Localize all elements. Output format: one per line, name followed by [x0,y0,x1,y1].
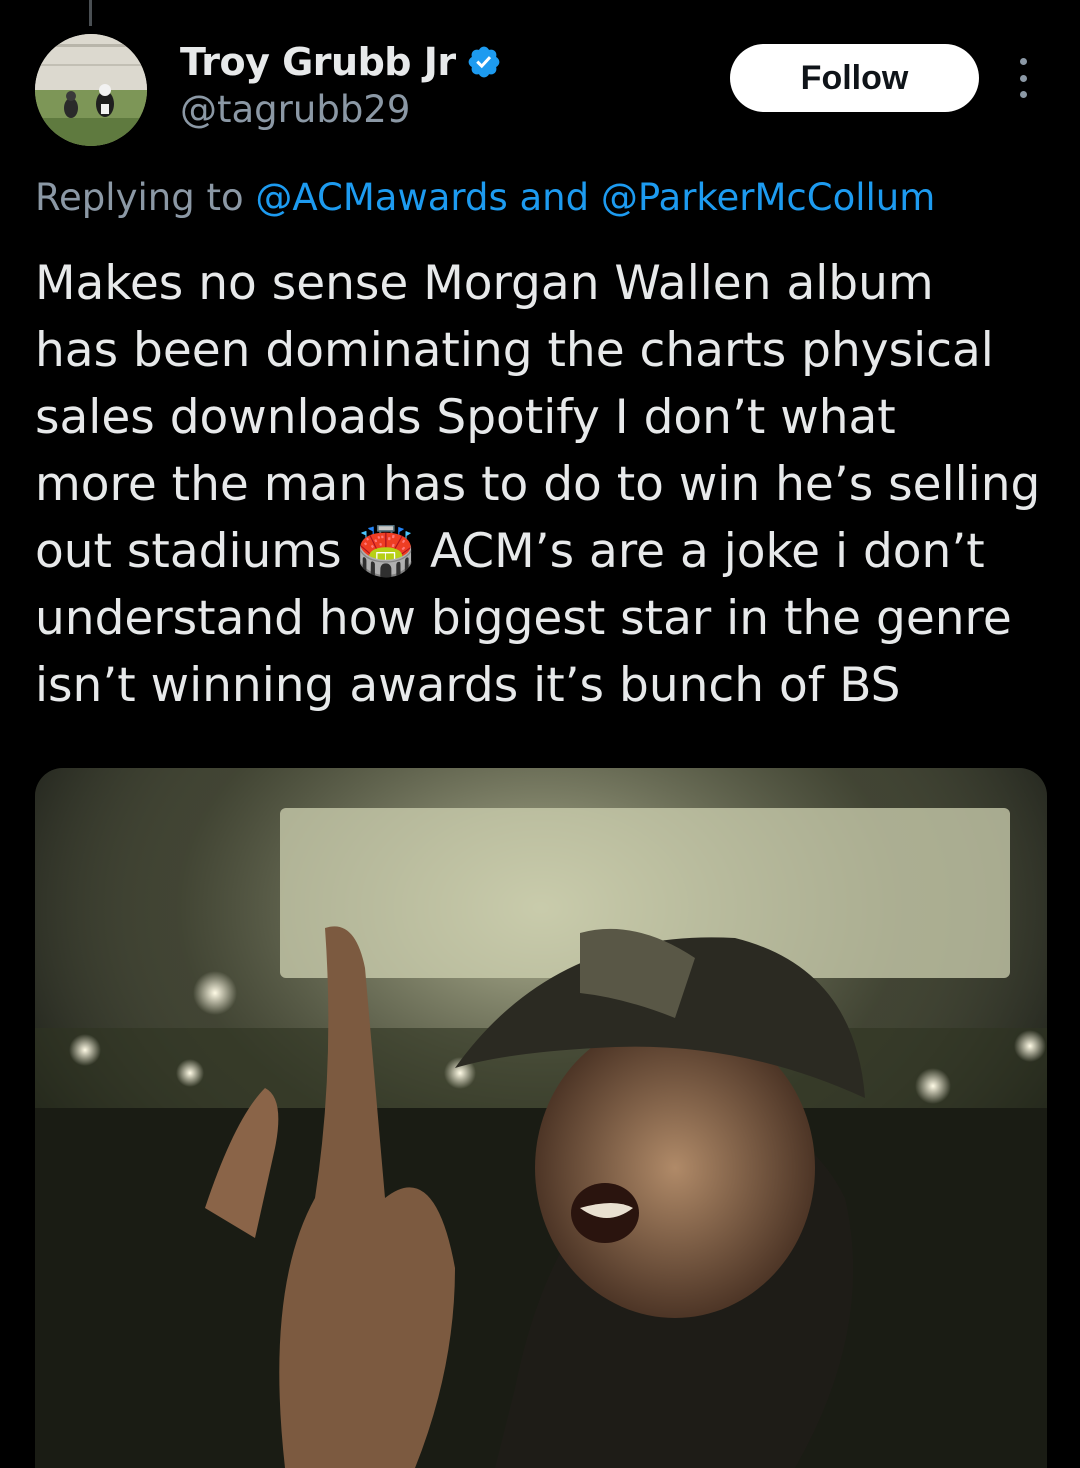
more-dot [1019,74,1027,82]
tweet-media-image[interactable] [35,768,1047,1468]
reply-conjunction: and [519,176,590,219]
tweet-body-text: Makes no sense Morgan Wallen album has b… [35,256,1041,713]
author-handle[interactable]: @tagrubb29 [180,88,502,131]
reply-mention-parkermccollum[interactable]: @ParkerMcCollum [601,176,935,219]
more-dot [1019,58,1027,65]
author-info[interactable]: Troy Grubb Jr @tagrubb29 [180,38,502,131]
author-avatar[interactable] [35,34,147,146]
more-dot [1019,91,1027,98]
follow-button[interactable]: Follow [730,44,979,112]
reply-mention-acmawards[interactable]: @ACMawards [255,176,507,219]
verified-badge-icon [468,46,499,78]
more-options-icon[interactable] [1008,58,1038,98]
media-image-icon [35,768,1047,1468]
avatar-dogs-icon [35,34,147,146]
author-name-row: Troy Grubb Jr [180,38,502,86]
replying-prefix: Replying to [35,176,244,219]
author-display-name[interactable]: Troy Grubb Jr [180,40,456,84]
thread-connector-line [89,0,92,26]
replying-to-line: Replying to @ACMawards and @ParkerMcColl… [35,176,935,219]
